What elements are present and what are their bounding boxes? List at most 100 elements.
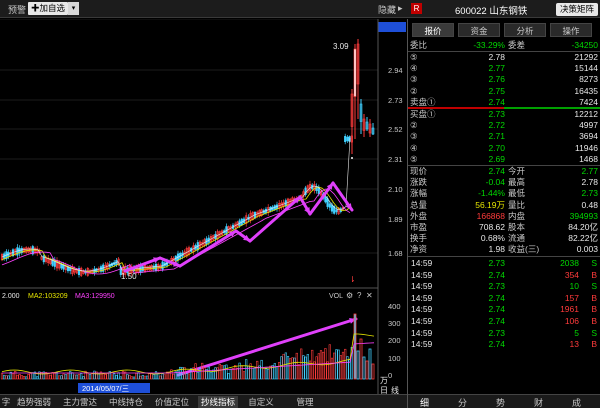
volume-bar	[251, 368, 254, 380]
top-toolbar: 预警 ✚加自选 ▾ 隐藏 ▸ R 600022 山东钢铁 决策矩阵	[0, 0, 600, 18]
volume-bar	[152, 374, 155, 380]
tab-analysis[interactable]: 分析	[504, 23, 546, 37]
volume-bar	[337, 349, 340, 380]
buy-level: ②	[410, 120, 418, 131]
tick-row[interactable]: 14:59 2.73 10 S	[408, 281, 600, 292]
buy-level: ③	[410, 131, 418, 142]
tick-row[interactable]: 14:59 2.74 1961 B	[408, 304, 600, 315]
buy-level: 买盘①	[410, 109, 436, 119]
stat-row[interactable]: 市盈 708.62 股本 84.20亿	[408, 222, 600, 233]
stat-row[interactable]: 净资 1.98 收益(三) 0.003	[408, 244, 600, 255]
tab-quote[interactable]: 报价	[412, 23, 454, 37]
stat-value: -1.44%	[478, 188, 505, 199]
add-to-watchlist-button[interactable]: ✚加自选	[28, 2, 69, 15]
tick-row[interactable]: 14:59 2.73 5 S	[408, 328, 600, 339]
tab-funds[interactable]: 资金	[458, 23, 500, 37]
tab-indicator-5[interactable]: 抄线指标	[198, 396, 238, 408]
volume-bar	[304, 356, 307, 380]
volume-bar	[187, 373, 191, 380]
sell-row[interactable]: ④ 2.77 15144	[408, 63, 600, 74]
volume-bar	[64, 374, 67, 380]
volume-bar	[225, 364, 228, 380]
sell-volume: 16435	[574, 85, 598, 96]
tab-indicator-1[interactable]: 趋势强弱	[14, 396, 54, 408]
tick-row[interactable]: 14:59 2.74 157 B	[408, 293, 600, 304]
tab-trend[interactable]: 势	[496, 396, 505, 408]
volume-bar	[236, 367, 239, 380]
volume-bar	[88, 373, 92, 380]
volume-bar	[0, 372, 4, 380]
tab-indicator-2[interactable]: 主力雷达	[60, 396, 100, 408]
volume-bar	[66, 372, 70, 380]
tick-price: 2.74	[488, 316, 505, 326]
volume-bar	[60, 375, 63, 380]
tick-row[interactable]: 14:59 2.73 2038 S	[408, 258, 600, 269]
stat-row[interactable]: 换手 0.68% 流通 82.22亿	[408, 233, 600, 244]
forecast-label[interactable]: 预警	[8, 3, 26, 16]
expand-arrow-icon[interactable]: ▸	[398, 3, 403, 14]
tick-price: 2.74	[488, 292, 505, 303]
line-button[interactable]: 线	[391, 385, 399, 394]
tab-indicator-6[interactable]: 自定义	[244, 396, 278, 408]
sell-level: ④	[410, 63, 418, 74]
tab-indicator-7[interactable]: 管理	[290, 396, 320, 408]
tab-operation[interactable]: 操作	[550, 23, 592, 37]
volume-bar	[223, 365, 226, 380]
buy-row[interactable]: ② 2.72 4997	[408, 120, 600, 131]
volume-bar	[207, 366, 210, 380]
volume-bar	[260, 359, 263, 380]
sell-row[interactable]: ③ 2.76 8273	[408, 74, 600, 85]
sell-level: ⑤	[410, 52, 418, 62]
day-button[interactable]: 日	[380, 386, 388, 394]
volume-bar	[368, 348, 372, 380]
stat-value: 166868	[476, 210, 505, 221]
volume-bar	[203, 367, 206, 380]
tick-volume: 354	[564, 269, 579, 280]
stat-row[interactable]: 总量 56.19万 量比 0.48	[408, 200, 600, 211]
volume-bar	[49, 374, 52, 380]
settings-icon[interactable]: ⚙	[346, 291, 353, 300]
tab-minute[interactable]: 分	[458, 396, 467, 408]
buy-volume: 4997	[579, 120, 598, 131]
volume-bar	[371, 363, 375, 380]
tab-indicator-0[interactable]: 字	[0, 396, 12, 408]
volume-bar	[73, 374, 76, 380]
buy-row[interactable]: 买盘① 2.73 12212	[408, 109, 600, 120]
stat-row[interactable]: 涨幅 -1.44% 最低 2.73	[408, 188, 600, 199]
candlestick-chart[interactable]: 3.282.942.732.522.312.101.891.681.47 3.0…	[0, 19, 407, 394]
stat-row[interactable]: 涨跌 -0.04 最高 2.78	[408, 177, 600, 188]
candle-body	[328, 203, 331, 208]
tab-finance[interactable]: 财	[534, 396, 543, 408]
stat-row[interactable]: 外盘 166868 内盘 394993	[408, 211, 600, 222]
help-icon[interactable]: ?	[357, 291, 362, 300]
buy-row[interactable]: ④ 2.70 11946	[408, 143, 600, 154]
buy-row[interactable]: ⑤ 2.69 1468	[408, 154, 600, 165]
watchlist-dropdown-icon[interactable]: ▾	[68, 2, 79, 15]
sell-row[interactable]: ⑤ 2.78 21292	[408, 52, 600, 63]
candle-body	[324, 196, 327, 203]
price-tick: 1.68	[388, 249, 403, 258]
volume-bar	[220, 365, 224, 380]
tab-indicator-4[interactable]: 价值定位	[152, 396, 192, 408]
volume-bar	[69, 371, 72, 380]
decision-matrix-button[interactable]: 决策矩阵	[556, 3, 599, 16]
buy-row[interactable]: ③ 2.71 3694	[408, 131, 600, 142]
volume-bar	[7, 375, 10, 380]
tick-row[interactable]: 14:59 2.74 106 B	[408, 316, 600, 327]
tab-deal[interactable]: 成	[572, 396, 581, 408]
tick-row[interactable]: 14:59 2.74 13 B	[408, 339, 600, 350]
buy-volume: 1468	[579, 153, 598, 164]
candle-body	[346, 136, 349, 142]
close-subchart-icon[interactable]: ✕	[366, 291, 373, 300]
ma1-legend: 2.000	[2, 293, 20, 300]
tab-indicator-3[interactable]: 中线持仓	[106, 396, 146, 408]
stat-row[interactable]: 现价 2.74 今开 2.77	[408, 166, 600, 177]
tick-row[interactable]: 14:59 2.74 354 B	[408, 270, 600, 281]
hide-button[interactable]: 隐藏	[378, 3, 396, 16]
tab-detail[interactable]: 细	[420, 396, 429, 408]
buy-volume: 12212	[574, 109, 598, 119]
weibi-row[interactable]: 委比 -33.29% 委差 -34250	[408, 40, 600, 51]
sell-row[interactable]: ② 2.75 16435	[408, 86, 600, 97]
volume-bar	[146, 375, 149, 380]
price-tick: 2.94	[388, 66, 403, 75]
